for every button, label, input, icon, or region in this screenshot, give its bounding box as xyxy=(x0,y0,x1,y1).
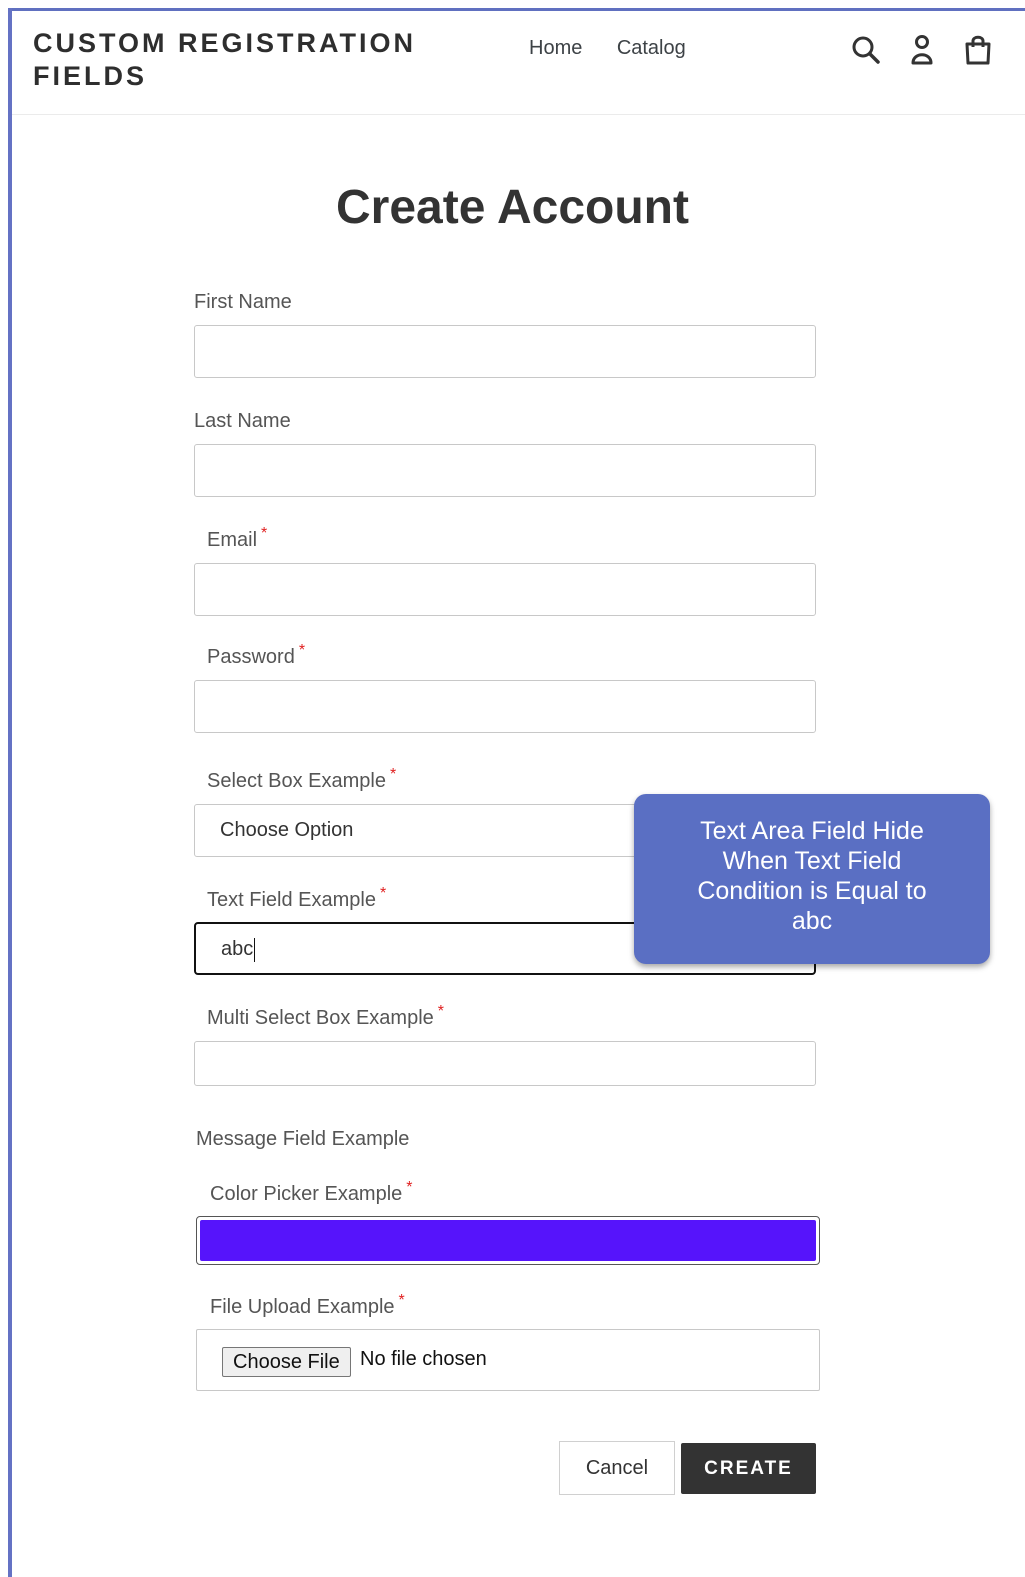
page-title: Create Account xyxy=(336,181,689,234)
main-nav: Home Catalog xyxy=(529,37,716,60)
last-name-input[interactable] xyxy=(194,444,816,497)
email-input[interactable] xyxy=(194,563,816,616)
first-name-input[interactable] xyxy=(194,325,816,378)
first-name-label: First Name xyxy=(194,291,292,313)
color-swatch xyxy=(200,1220,816,1261)
file-upload-field: Choose File No file chosen xyxy=(196,1329,820,1391)
last-name-label: Last Name xyxy=(194,410,291,432)
text-field-label: Text Field Example * xyxy=(207,885,387,911)
site-logo[interactable]: CUSTOM REGISTRATION FIELDS xyxy=(33,27,453,93)
color-picker-input[interactable] xyxy=(196,1216,820,1265)
required-marker: * xyxy=(261,525,268,542)
cart-icon[interactable] xyxy=(961,33,995,67)
cancel-button[interactable]: Cancel xyxy=(559,1441,675,1495)
create-button[interactable]: CREATE xyxy=(681,1443,816,1494)
choose-file-button[interactable]: Choose File xyxy=(222,1347,351,1377)
color-picker-label: Color Picker Example * xyxy=(210,1179,413,1205)
multi-select-box[interactable] xyxy=(194,1041,816,1086)
email-label: Email * xyxy=(207,525,268,551)
file-upload-label: File Upload Example * xyxy=(210,1292,405,1318)
required-marker: * xyxy=(437,1003,444,1020)
header-icons xyxy=(849,33,995,67)
nav-home[interactable]: Home xyxy=(529,37,582,59)
required-marker: * xyxy=(379,885,387,902)
text-caret xyxy=(254,937,256,962)
search-icon[interactable] xyxy=(849,33,883,67)
annotation-callout: Text Area Field Hide When Text Field Con… xyxy=(634,794,990,964)
password-input[interactable] xyxy=(194,680,816,733)
select-box-label: Select Box Example * xyxy=(207,766,397,792)
account-icon[interactable] xyxy=(905,33,939,67)
file-status-text: No file chosen xyxy=(360,1348,487,1370)
nav-catalog[interactable]: Catalog xyxy=(617,37,686,59)
annotation-text: Text Area Field Hide When Text Field Con… xyxy=(697,817,927,935)
required-marker: * xyxy=(298,642,306,659)
frame-left-border xyxy=(8,8,12,1577)
multi-select-label: Multi Select Box Example * xyxy=(207,1003,444,1029)
text-field-value: abc xyxy=(221,938,254,960)
required-marker: * xyxy=(406,1179,413,1196)
message-field-label: Message Field Example xyxy=(196,1128,410,1150)
required-marker: * xyxy=(398,1292,405,1309)
required-marker: * xyxy=(389,766,397,783)
site-header: CUSTOM REGISTRATION FIELDS Home Catalog xyxy=(12,11,1025,115)
password-label: Password * xyxy=(207,642,306,668)
